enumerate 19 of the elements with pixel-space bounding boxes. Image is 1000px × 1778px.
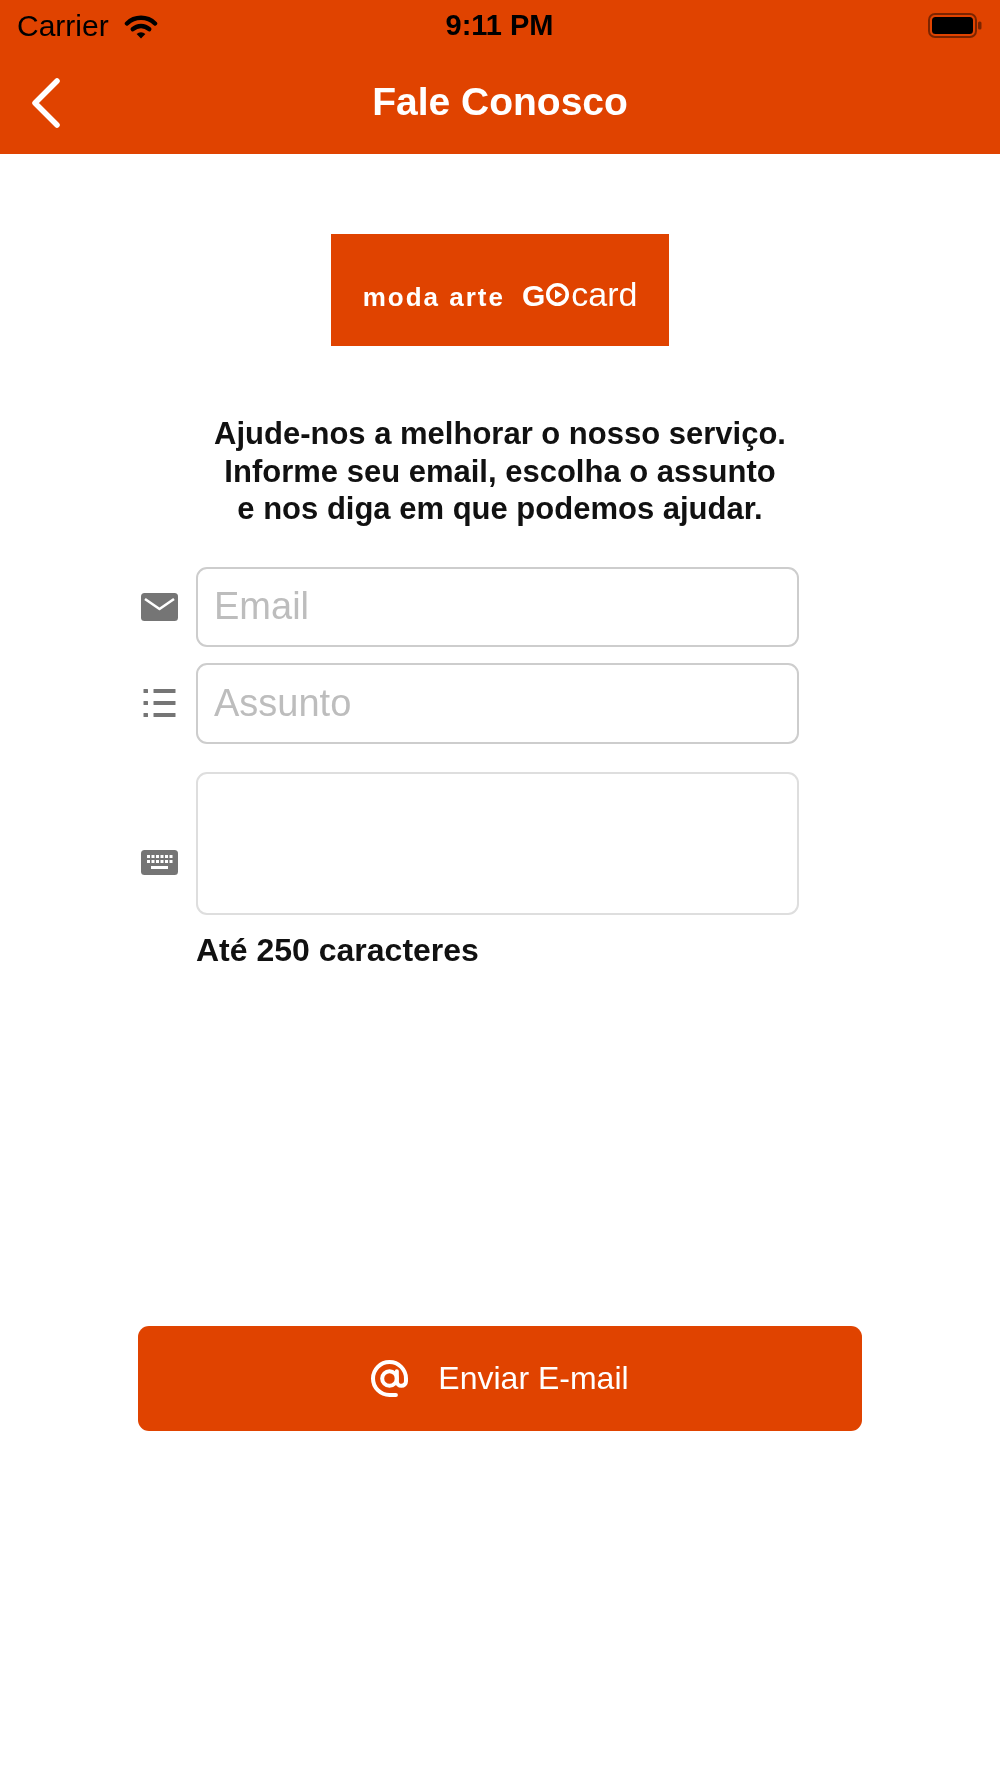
logo-word: card (571, 277, 638, 311)
brand-name: moda arte (362, 284, 505, 310)
carrier-label: Carrier (17, 10, 109, 41)
logo-letter: G (521, 281, 546, 311)
email-field[interactable]: Email (196, 566, 799, 647)
list-icon (141, 689, 178, 717)
keyboard-icon (141, 849, 178, 875)
battery-icon (928, 13, 982, 38)
back-icon[interactable] (32, 77, 60, 128)
envelope-icon (141, 592, 178, 621)
status-time: 9:11 PM (445, 11, 554, 40)
subject-field[interactable]: Assunto (196, 662, 799, 744)
char-limit-note: Até 250 caracteres (196, 931, 479, 968)
play-circle-icon (546, 283, 570, 306)
page-title: Fale Conosco (372, 81, 628, 124)
at-sign-icon (371, 1359, 409, 1397)
intro-text: Ajude-nos a melhorar o nosso serviço. Informe seu email, escolha o assunto e nos diga em que podemos ajudar. (213, 415, 787, 528)
message-field[interactable] (196, 771, 799, 915)
send-email-button[interactable]: Enviar E-mail (138, 1325, 862, 1431)
